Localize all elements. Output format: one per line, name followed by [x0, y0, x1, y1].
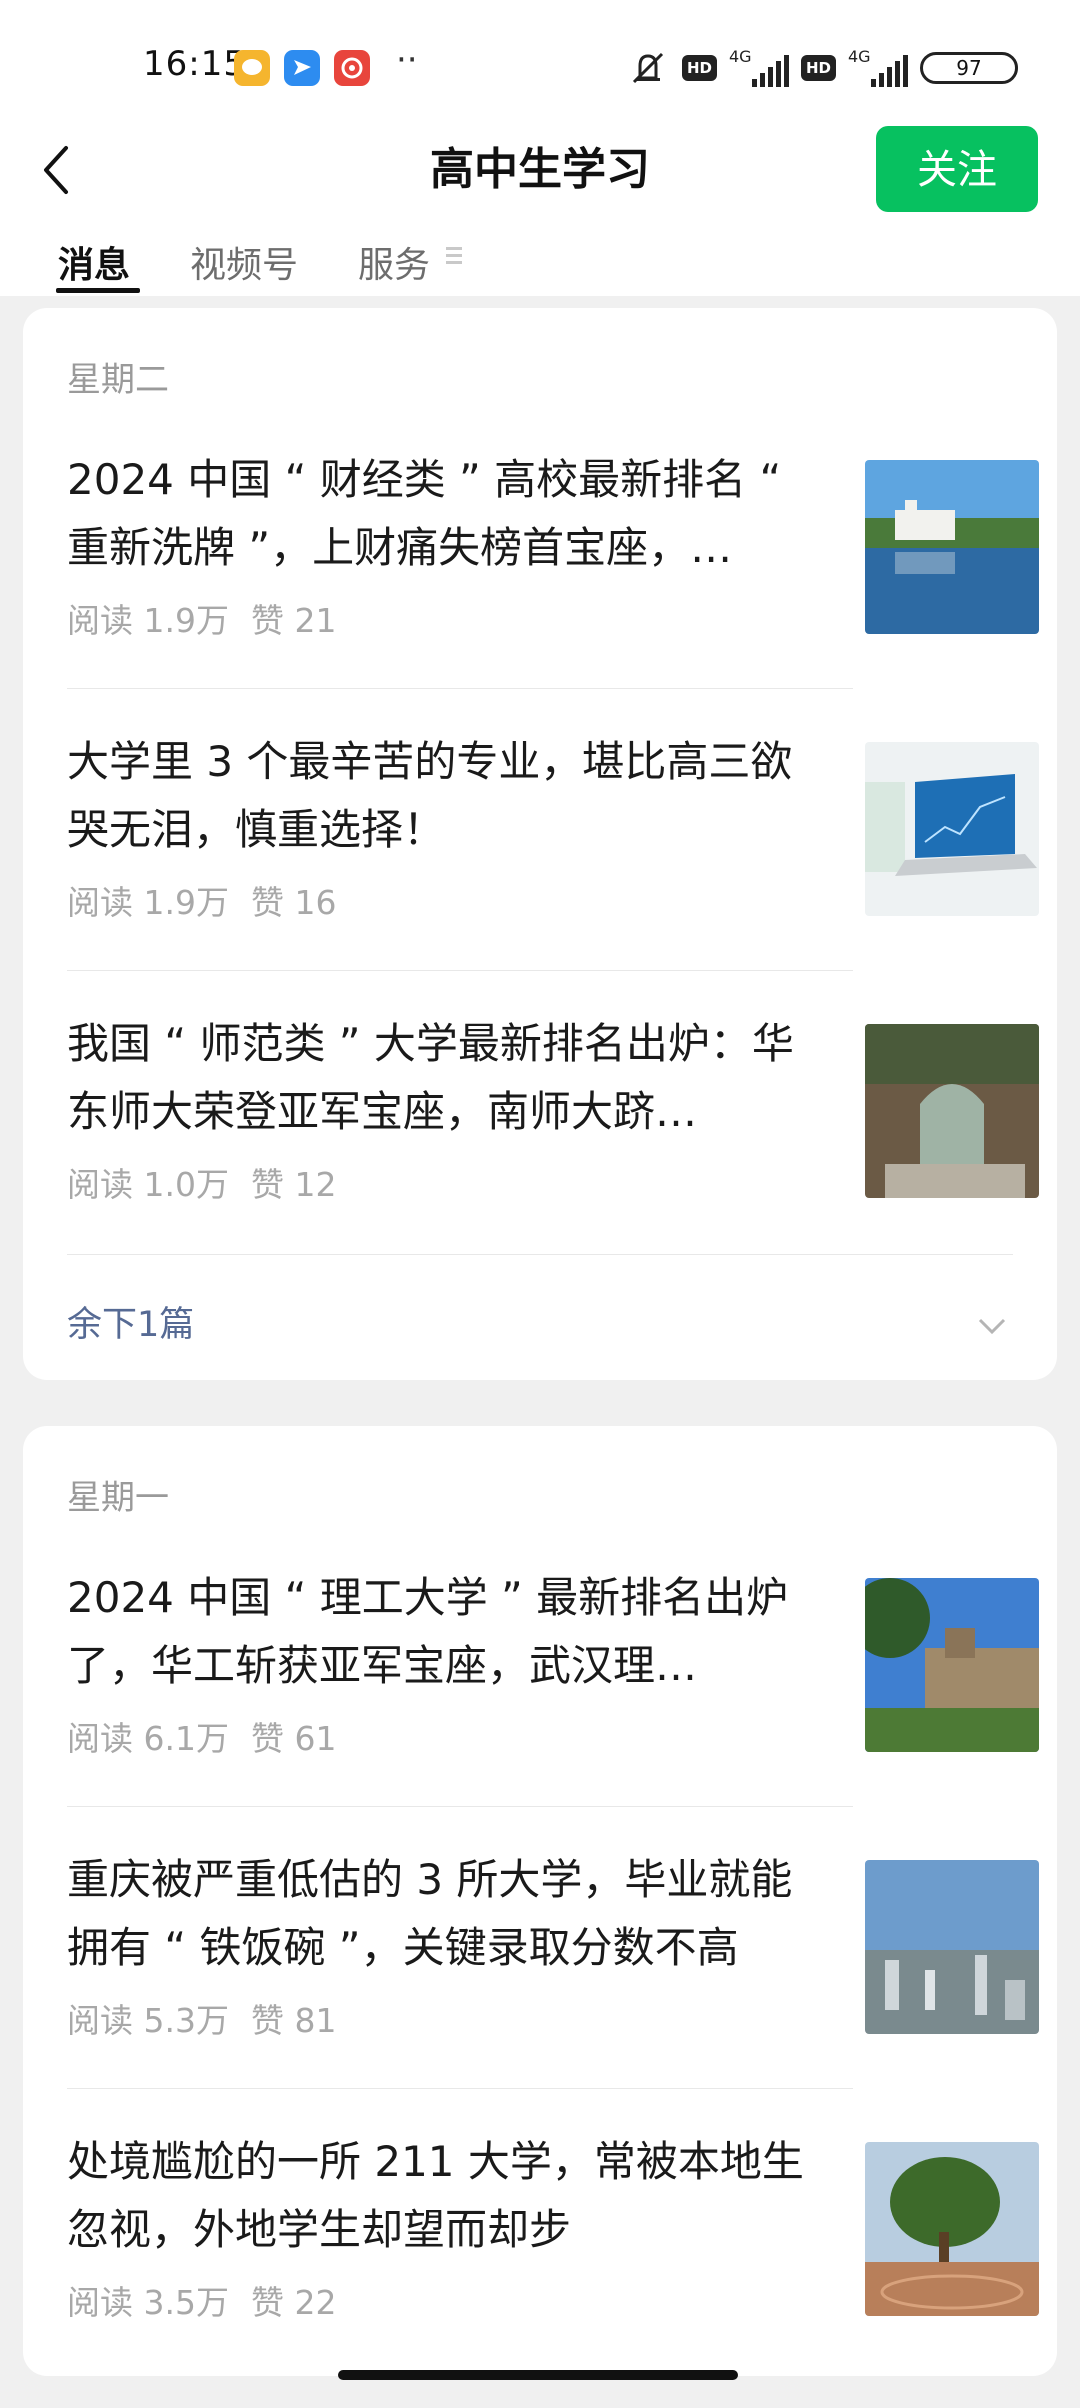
article-title: 大学里 3 个最辛苦的专业，堪比高三欲哭无泪，慎重选择！	[67, 737, 793, 854]
read-count: 阅读 3.5万	[67, 2283, 229, 2322]
read-count: 阅读 6.1万	[67, 1719, 229, 1758]
article-meta: 阅读 1.9万赞 21	[67, 594, 358, 642]
tab-bar: 消息 视频号 服务	[0, 232, 1080, 296]
message-group-card: 星期二 2024 中国 “ 财经类 ” 高校最新排名 “ 重新洗牌 ”，上财痛失…	[23, 308, 1057, 1380]
chat-app-icon	[234, 50, 270, 86]
tab-messages[interactable]: 消息	[58, 236, 130, 288]
menu-icon[interactable]	[446, 244, 462, 268]
read-count: 阅读 1.9万	[67, 601, 229, 640]
mute-icon	[632, 52, 664, 84]
tab-services[interactable]: 服务	[358, 236, 430, 288]
divider	[67, 1806, 853, 1807]
music-app-icon	[334, 50, 370, 86]
like-count: 赞 22	[250, 2283, 337, 2322]
read-count: 阅读 1.9万	[67, 883, 229, 922]
like-count: 赞 61	[250, 1719, 337, 1758]
divider	[67, 2088, 853, 2089]
article-item[interactable]: 2024 中国 “ 财经类 ” 高校最新排名 “ 重新洗牌 ”，上财痛失榜首宝座…	[67, 446, 1042, 726]
read-count: 阅读 1.0万	[67, 1165, 229, 1204]
tree-plaza-image	[865, 2142, 1039, 2316]
status-time: 16:15	[143, 44, 246, 84]
more-notifications-icon: ··	[396, 40, 418, 80]
home-indicator[interactable]	[338, 2370, 738, 2380]
article-item[interactable]: 处境尴尬的一所 211 大学，常被本地生忽视，外地学生却望而却步 阅读 3.5万…	[67, 2128, 1042, 2408]
divider	[67, 1254, 1013, 1255]
day-label: 星期二	[67, 360, 169, 400]
like-count: 赞 16	[250, 883, 337, 922]
campus-building-image	[865, 1578, 1039, 1752]
send-app-icon	[284, 50, 320, 86]
message-group-card: 星期一 2024 中国 “ 理工大学 ” 最新排名出炉了，华工斩获亚军宝座，武汉…	[23, 1426, 1057, 2376]
tab-channels[interactable]: 视频号	[190, 236, 298, 288]
active-tab-indicator	[56, 288, 140, 293]
article-item[interactable]: 大学里 3 个最辛苦的专业，堪比高三欲哭无泪，慎重选择！ 阅读 1.9万赞 16	[67, 728, 1042, 1008]
status-right: HD 4G HD 4G 97	[626, 46, 1018, 90]
article-meta: 阅读 5.3万赞 81	[67, 1994, 358, 2042]
hd-badge: HD	[681, 55, 717, 81]
article-title: 重庆被严重低估的 3 所大学，毕业就能拥有 “ 铁饭碗 ”，关键录取分数不高	[67, 1855, 793, 1972]
divider	[67, 970, 853, 971]
remaining-articles-link[interactable]: 余下1篇	[67, 1296, 194, 1347]
hd-badge: HD	[800, 55, 836, 81]
top-area: 16:15 ·· HD 4G HD 4G 97 高中生学习 关注 消息 视频号 …	[0, 0, 1080, 296]
like-count: 赞 81	[250, 2001, 337, 2040]
like-count: 赞 21	[250, 601, 337, 640]
article-title: 2024 中国 “ 理工大学 ” 最新排名出炉了，华工斩获亚军宝座，武汉理…	[67, 1573, 789, 1690]
article-item[interactable]: 我国 “ 师范类 ” 大学最新排名出炉：华东师大荣登亚军宝座，南师大跻… 阅读 …	[67, 1010, 1042, 1290]
read-count: 阅读 5.3万	[67, 2001, 229, 2040]
chevron-down-icon[interactable]	[977, 1316, 1007, 1336]
article-meta: 阅读 1.0万赞 12	[67, 1158, 358, 1206]
status-bar: 16:15 ·· HD 4G HD 4G 97	[0, 0, 1080, 130]
follow-button[interactable]: 关注	[876, 126, 1038, 212]
battery-icon: 97	[920, 52, 1018, 84]
stone-archway-image	[865, 1024, 1039, 1198]
article-item[interactable]: 2024 中国 “ 理工大学 ” 最新排名出炉了，华工斩获亚军宝座，武汉理… 阅…	[67, 1564, 1042, 1844]
signal-icon: 4G	[729, 47, 789, 87]
signal-icon: 4G	[848, 47, 908, 87]
divider	[67, 688, 853, 689]
article-meta: 阅读 6.1万赞 61	[67, 1712, 358, 1760]
article-title: 处境尴尬的一所 211 大学，常被本地生忽视，外地学生却望而却步	[67, 2137, 804, 2254]
day-label: 星期一	[67, 1478, 169, 1518]
city-skyline-image	[865, 1860, 1039, 2034]
laptop-chart-image	[865, 742, 1039, 916]
article-title: 2024 中国 “ 财经类 ” 高校最新排名 “ 重新洗牌 ”，上财痛失榜首宝座…	[67, 455, 782, 572]
like-count: 赞 12	[250, 1165, 337, 1204]
article-item[interactable]: 重庆被严重低估的 3 所大学，毕业就能拥有 “ 铁饭碗 ”，关键录取分数不高 阅…	[67, 1846, 1042, 2126]
article-meta: 阅读 3.5万赞 22	[67, 2276, 358, 2324]
article-title: 我国 “ 师范类 ” 大学最新排名出炉：华东师大荣登亚军宝座，南师大跻…	[67, 1019, 794, 1136]
article-meta: 阅读 1.9万赞 16	[67, 876, 358, 924]
lake-campus-image	[865, 460, 1039, 634]
